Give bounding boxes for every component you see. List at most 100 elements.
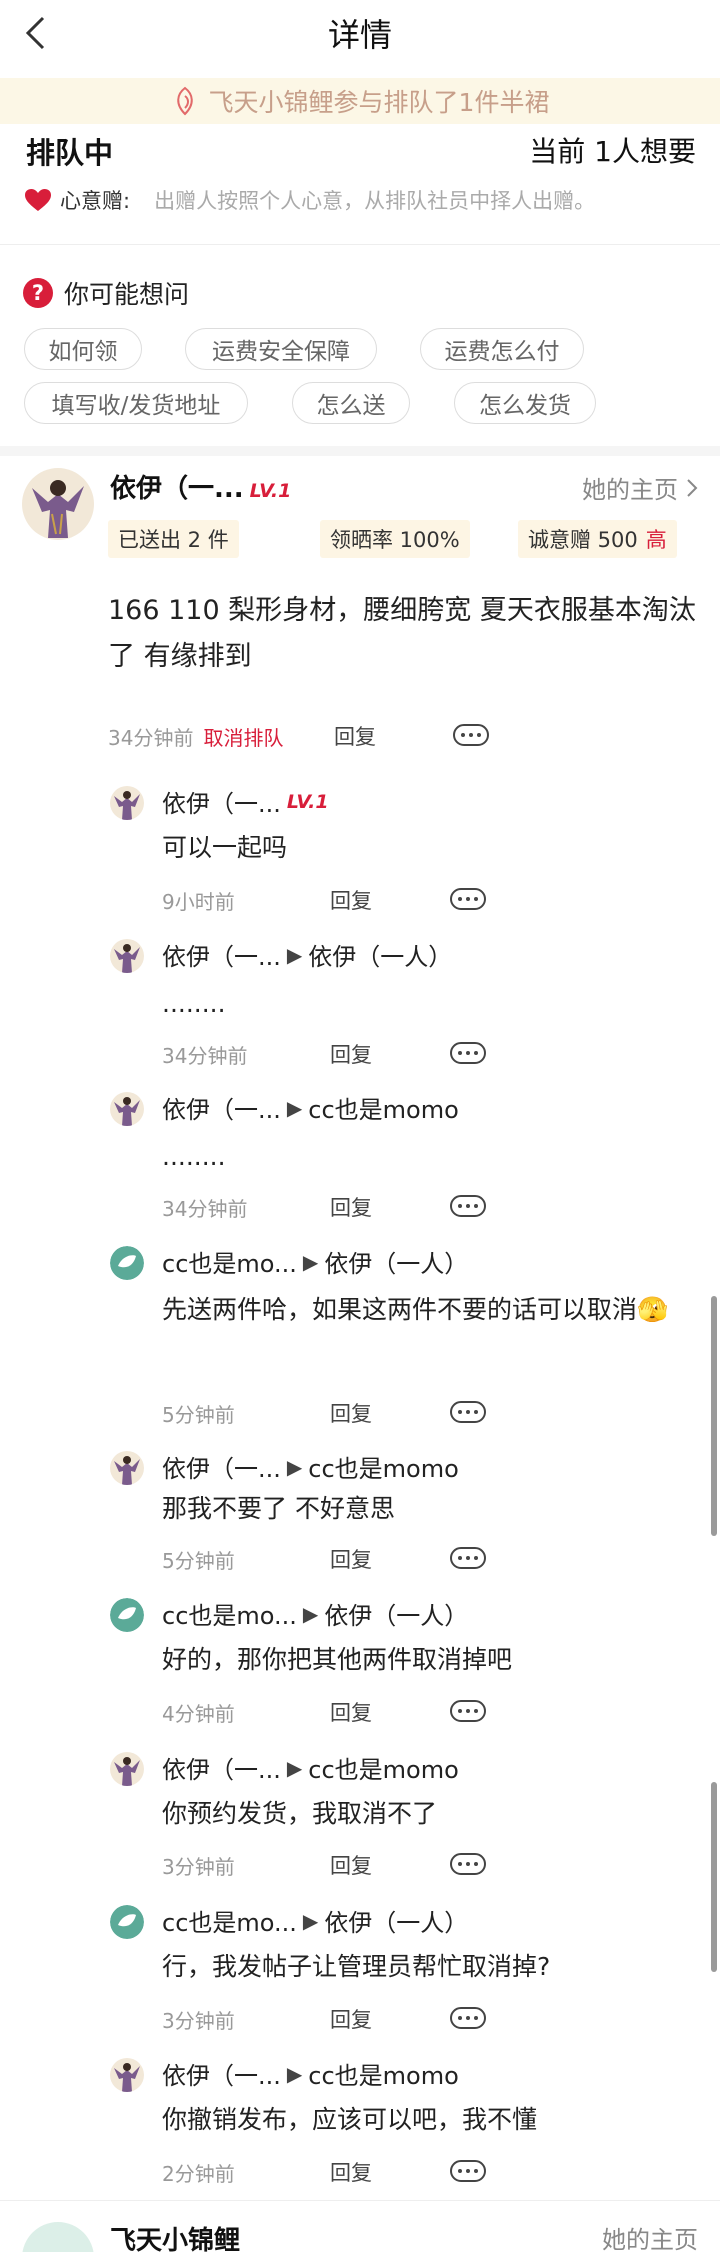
reply-author[interactable]: 依伊（一... <box>162 1449 281 1484</box>
page-title: 详情 <box>327 16 392 54</box>
reply-button[interactable]: 回复 <box>330 885 372 915</box>
reply-time: 3分钟前 <box>162 2009 235 2033</box>
reply-header: cc也是mo... ▶ 依伊（一人） <box>162 1596 468 1631</box>
reply-author[interactable]: 依伊（一... <box>162 784 281 819</box>
reply-button[interactable]: 回复 <box>330 1850 372 1880</box>
post-author[interactable]: 依伊（一... LV.1 <box>110 468 291 505</box>
faq-chip[interactable]: 运费安全保障 <box>185 328 377 370</box>
reply-button[interactable]: 回复 <box>334 721 376 751</box>
more-options-button[interactable] <box>450 1195 486 1217</box>
more-options-button[interactable] <box>450 888 486 910</box>
reply-button[interactable]: 回复 <box>330 1039 372 1069</box>
avatar[interactable] <box>110 1905 144 1939</box>
avatar[interactable] <box>110 1246 144 1280</box>
reply-button[interactable]: 回复 <box>330 2157 372 2187</box>
homepage-link[interactable]: 她的主页 <box>602 2220 698 2252</box>
reply-target[interactable]: 依伊（一人） <box>324 1596 468 1631</box>
reply-header: cc也是mo... ▶ 依伊（一人） <box>162 1244 468 1279</box>
user-avatar-icon <box>110 786 144 820</box>
sent-count-text: 已送出 2 件 <box>118 528 229 552</box>
reply-author[interactable]: 依伊（一... <box>162 1750 281 1785</box>
reply-text: 先送两件哈，如果这两件不要的话可以取消🫣 <box>162 1295 669 1324</box>
faq-header: ? 你可能想问 <box>22 275 189 311</box>
more-options-button[interactable] <box>453 724 489 746</box>
reply-target[interactable]: cc也是momo <box>308 2056 459 2091</box>
user-avatar-icon <box>110 1092 144 1126</box>
top-bar: 详情 <box>0 0 720 78</box>
reply-text: ........ <box>162 1142 226 1171</box>
rule-label: 心意赠: <box>60 189 131 213</box>
faq-title: 你可能想问 <box>64 280 190 309</box>
reply-text: 你预约发货，我取消不了 <box>162 1799 438 1828</box>
reply-author[interactable]: cc也是mo... <box>162 1903 297 1938</box>
reply-author[interactable]: cc也是mo... <box>162 1244 297 1279</box>
more-options-button[interactable] <box>450 1042 486 1064</box>
reply-author[interactable]: 依伊（一... <box>162 1090 281 1125</box>
reply-arrow-icon: ▶ <box>286 1454 303 1479</box>
reply-target[interactable]: cc也是momo <box>308 1090 459 1125</box>
reply-author[interactable]: 依伊（一... <box>162 937 281 972</box>
reply-header: 依伊（一... ▶ cc也是momo <box>162 2056 459 2091</box>
next-post-author[interactable]: 飞天小锦鲤 <box>110 2220 240 2252</box>
share-rate-tag: 领晒率 100% <box>320 520 470 558</box>
reply-button[interactable]: 回复 <box>330 1697 372 1727</box>
more-options-button[interactable] <box>450 1547 486 1569</box>
avatar[interactable] <box>110 1092 144 1126</box>
avatar[interactable] <box>110 1451 144 1485</box>
more-options-button[interactable] <box>450 1700 486 1722</box>
faq-chip[interactable]: 填写收/发货地址 <box>24 382 248 424</box>
reply-button[interactable]: 回复 <box>330 2004 372 2034</box>
reply-target[interactable]: 依伊（一人） <box>308 937 452 972</box>
reply-time: 5分钟前 <box>162 1403 235 1427</box>
more-options-button[interactable] <box>450 2160 486 2182</box>
reply-time: 9小时前 <box>162 890 235 914</box>
faq-chip[interactable]: 怎么发货 <box>454 382 596 424</box>
more-options-button[interactable] <box>450 1401 486 1423</box>
reply-button[interactable]: 回复 <box>330 1544 372 1574</box>
reply-target[interactable]: 依伊（一人） <box>324 1244 468 1279</box>
scrollbar-thumb[interactable] <box>711 1296 717 1536</box>
avatar[interactable] <box>110 786 144 820</box>
reply-author[interactable]: cc也是mo... <box>162 1596 297 1631</box>
scrollbar-thumb[interactable] <box>711 1782 717 1972</box>
level-badge: LV.1 <box>286 790 329 813</box>
reply-arrow-icon: ▶ <box>302 1249 319 1274</box>
share-rate-text: 领晒率 100% <box>330 528 460 552</box>
homepage-link[interactable]: 她的主页 <box>582 470 698 505</box>
faq-chip[interactable]: 如何领 <box>24 328 142 370</box>
avatar[interactable] <box>22 2222 94 2252</box>
avatar[interactable] <box>22 468 94 540</box>
reply-arrow-icon: ▶ <box>286 1095 303 1120</box>
rule-text: 出赠人按照个人心意，从排队社员中择人出赠。 <box>154 189 596 213</box>
reply-time: 2分钟前 <box>162 2162 235 2186</box>
avatar[interactable] <box>110 939 144 973</box>
more-options-button[interactable] <box>450 1853 486 1875</box>
faq-chip[interactable]: 怎么送 <box>292 382 410 424</box>
reply-button[interactable]: 回复 <box>330 1398 372 1428</box>
reply-target[interactable]: cc也是momo <box>308 1449 459 1484</box>
avatar[interactable] <box>110 1752 144 1786</box>
reply-time: 34分钟前 <box>162 1197 248 1221</box>
leaf-avatar-icon <box>110 1246 144 1280</box>
reply-time: 4分钟前 <box>162 1702 235 1726</box>
more-options-button[interactable] <box>450 2007 486 2029</box>
avatar[interactable] <box>110 1598 144 1632</box>
reply-header: 依伊（一... ▶ 依伊（一人） <box>162 937 452 972</box>
reply-arrow-icon: ▶ <box>286 942 303 967</box>
reply-text: 可以一起吗 <box>162 833 288 862</box>
author-name: 依伊（一... <box>110 474 244 504</box>
avatar[interactable] <box>110 2058 144 2092</box>
cancel-queue-link[interactable]: 取消排队 <box>203 722 283 751</box>
reply-text: 行，我发帖子让管理员帮忙取消掉? <box>162 1952 551 1981</box>
reply-time: 5分钟前 <box>162 1549 235 1573</box>
sincerity-score-text: 诚意赠 500 <box>528 528 638 552</box>
reply-arrow-icon: ▶ <box>286 1755 303 1780</box>
reply-target[interactable]: cc也是momo <box>308 1750 459 1785</box>
koi-fish-icon <box>176 86 193 116</box>
reply-target[interactable]: 依伊（一人） <box>324 1903 468 1938</box>
reply-author[interactable]: 依伊（一... <box>162 2056 281 2091</box>
user-avatar-icon <box>110 2058 144 2092</box>
notice-text: 飞天小锦鲤参与排队了1件半裙 <box>208 88 550 117</box>
reply-button[interactable]: 回复 <box>330 1192 372 1222</box>
faq-chip[interactable]: 运费怎么付 <box>420 328 584 370</box>
